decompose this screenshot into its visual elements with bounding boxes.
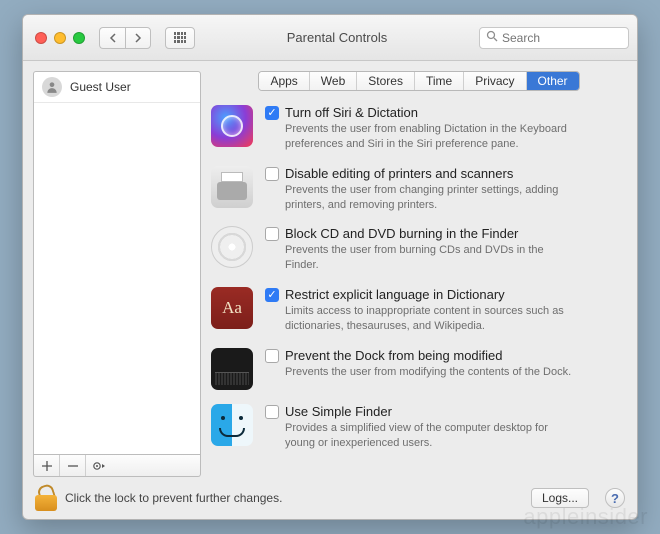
tab-apps[interactable]: Apps	[259, 72, 309, 90]
option-desc: Provides a simplified view of the comput…	[265, 421, 575, 451]
finder-icon	[211, 404, 253, 446]
checkbox-printers[interactable]	[265, 167, 279, 181]
forward-button[interactable]	[125, 27, 151, 49]
checkbox-cd-dvd[interactable]	[265, 227, 279, 241]
printer-icon	[211, 166, 253, 208]
zoom-button[interactable]	[73, 32, 85, 44]
option-printers: Disable editing of printers and scanners…	[211, 166, 623, 213]
sidebar-footer	[33, 455, 201, 477]
window-title: Parental Controls	[203, 30, 471, 45]
tab-bar: Apps Web Stores Time Privacy Other	[258, 71, 579, 91]
dock-icon	[211, 348, 253, 390]
user-list[interactable]: Guest User	[33, 71, 201, 455]
remove-user-button[interactable]	[60, 455, 86, 476]
siri-icon	[211, 105, 253, 147]
user-row[interactable]: Guest User	[34, 72, 200, 103]
search-input[interactable]	[502, 31, 622, 45]
chevron-right-icon	[134, 33, 142, 43]
tab-stores[interactable]: Stores	[357, 72, 415, 90]
add-user-button[interactable]	[34, 455, 60, 476]
show-all-button[interactable]	[165, 27, 195, 49]
option-title: Restrict explicit language in Dictionary	[285, 287, 505, 302]
tab-privacy[interactable]: Privacy	[464, 72, 526, 90]
help-button[interactable]: ?	[605, 488, 625, 508]
logs-button[interactable]: Logs...	[531, 488, 589, 508]
footer: Click the lock to prevent further change…	[23, 477, 637, 519]
avatar	[42, 77, 62, 97]
checkbox-simple-finder[interactable]	[265, 405, 279, 419]
option-dock: Prevent the Dock from being modified Pre…	[211, 348, 623, 390]
back-button[interactable]	[99, 27, 125, 49]
search-icon	[486, 30, 498, 45]
lock-text: Click the lock to prevent further change…	[65, 491, 282, 505]
nav-group	[99, 27, 151, 49]
plus-icon	[42, 461, 52, 471]
cd-icon	[211, 226, 253, 268]
option-desc: Limits access to inappropriate content i…	[265, 304, 575, 334]
chevron-left-icon	[109, 33, 117, 43]
option-simple-finder: Use Simple Finder Provides a simplified …	[211, 404, 623, 451]
option-title: Use Simple Finder	[285, 404, 392, 419]
titlebar: Parental Controls	[23, 15, 637, 61]
option-siri: Turn off Siri & Dictation Prevents the u…	[211, 105, 623, 152]
preferences-window: Parental Controls Guest User	[22, 14, 638, 520]
option-cd-dvd: Block CD and DVD burning in the Finder P…	[211, 226, 623, 273]
tab-web[interactable]: Web	[310, 72, 357, 90]
checkbox-dictionary[interactable]	[265, 288, 279, 302]
checkbox-dock[interactable]	[265, 349, 279, 363]
sidebar: Guest User	[33, 71, 201, 477]
dictionary-icon: Aa	[211, 287, 253, 329]
tab-time[interactable]: Time	[415, 72, 464, 90]
option-desc: Prevents the user from enabling Dictatio…	[265, 122, 575, 152]
tab-other[interactable]: Other	[527, 72, 579, 90]
option-title: Disable editing of printers and scanners	[285, 166, 513, 181]
options-list: Turn off Siri & Dictation Prevents the u…	[211, 105, 627, 450]
gear-icon	[92, 460, 106, 472]
option-desc: Prevents the user from changing printer …	[265, 183, 575, 213]
window-controls	[35, 32, 85, 44]
minus-icon	[68, 461, 78, 471]
checkbox-siri[interactable]	[265, 106, 279, 120]
grid-icon	[174, 32, 186, 44]
option-title: Prevent the Dock from being modified	[285, 348, 503, 363]
search-field[interactable]	[479, 27, 629, 49]
lock-icon[interactable]	[35, 485, 57, 511]
option-title: Block CD and DVD burning in the Finder	[285, 226, 518, 241]
user-name: Guest User	[70, 80, 131, 94]
option-title: Turn off Siri & Dictation	[285, 105, 418, 120]
option-desc: Prevents the user from modifying the con…	[265, 365, 575, 380]
main-panel: Apps Web Stores Time Privacy Other Turn …	[211, 71, 627, 477]
body: Guest User Apps Web Stores T	[23, 61, 637, 477]
minimize-button[interactable]	[54, 32, 66, 44]
action-menu-button[interactable]	[86, 455, 112, 476]
close-button[interactable]	[35, 32, 47, 44]
option-dictionary: Aa Restrict explicit language in Diction…	[211, 287, 623, 334]
option-desc: Prevents the user from burning CDs and D…	[265, 243, 575, 273]
